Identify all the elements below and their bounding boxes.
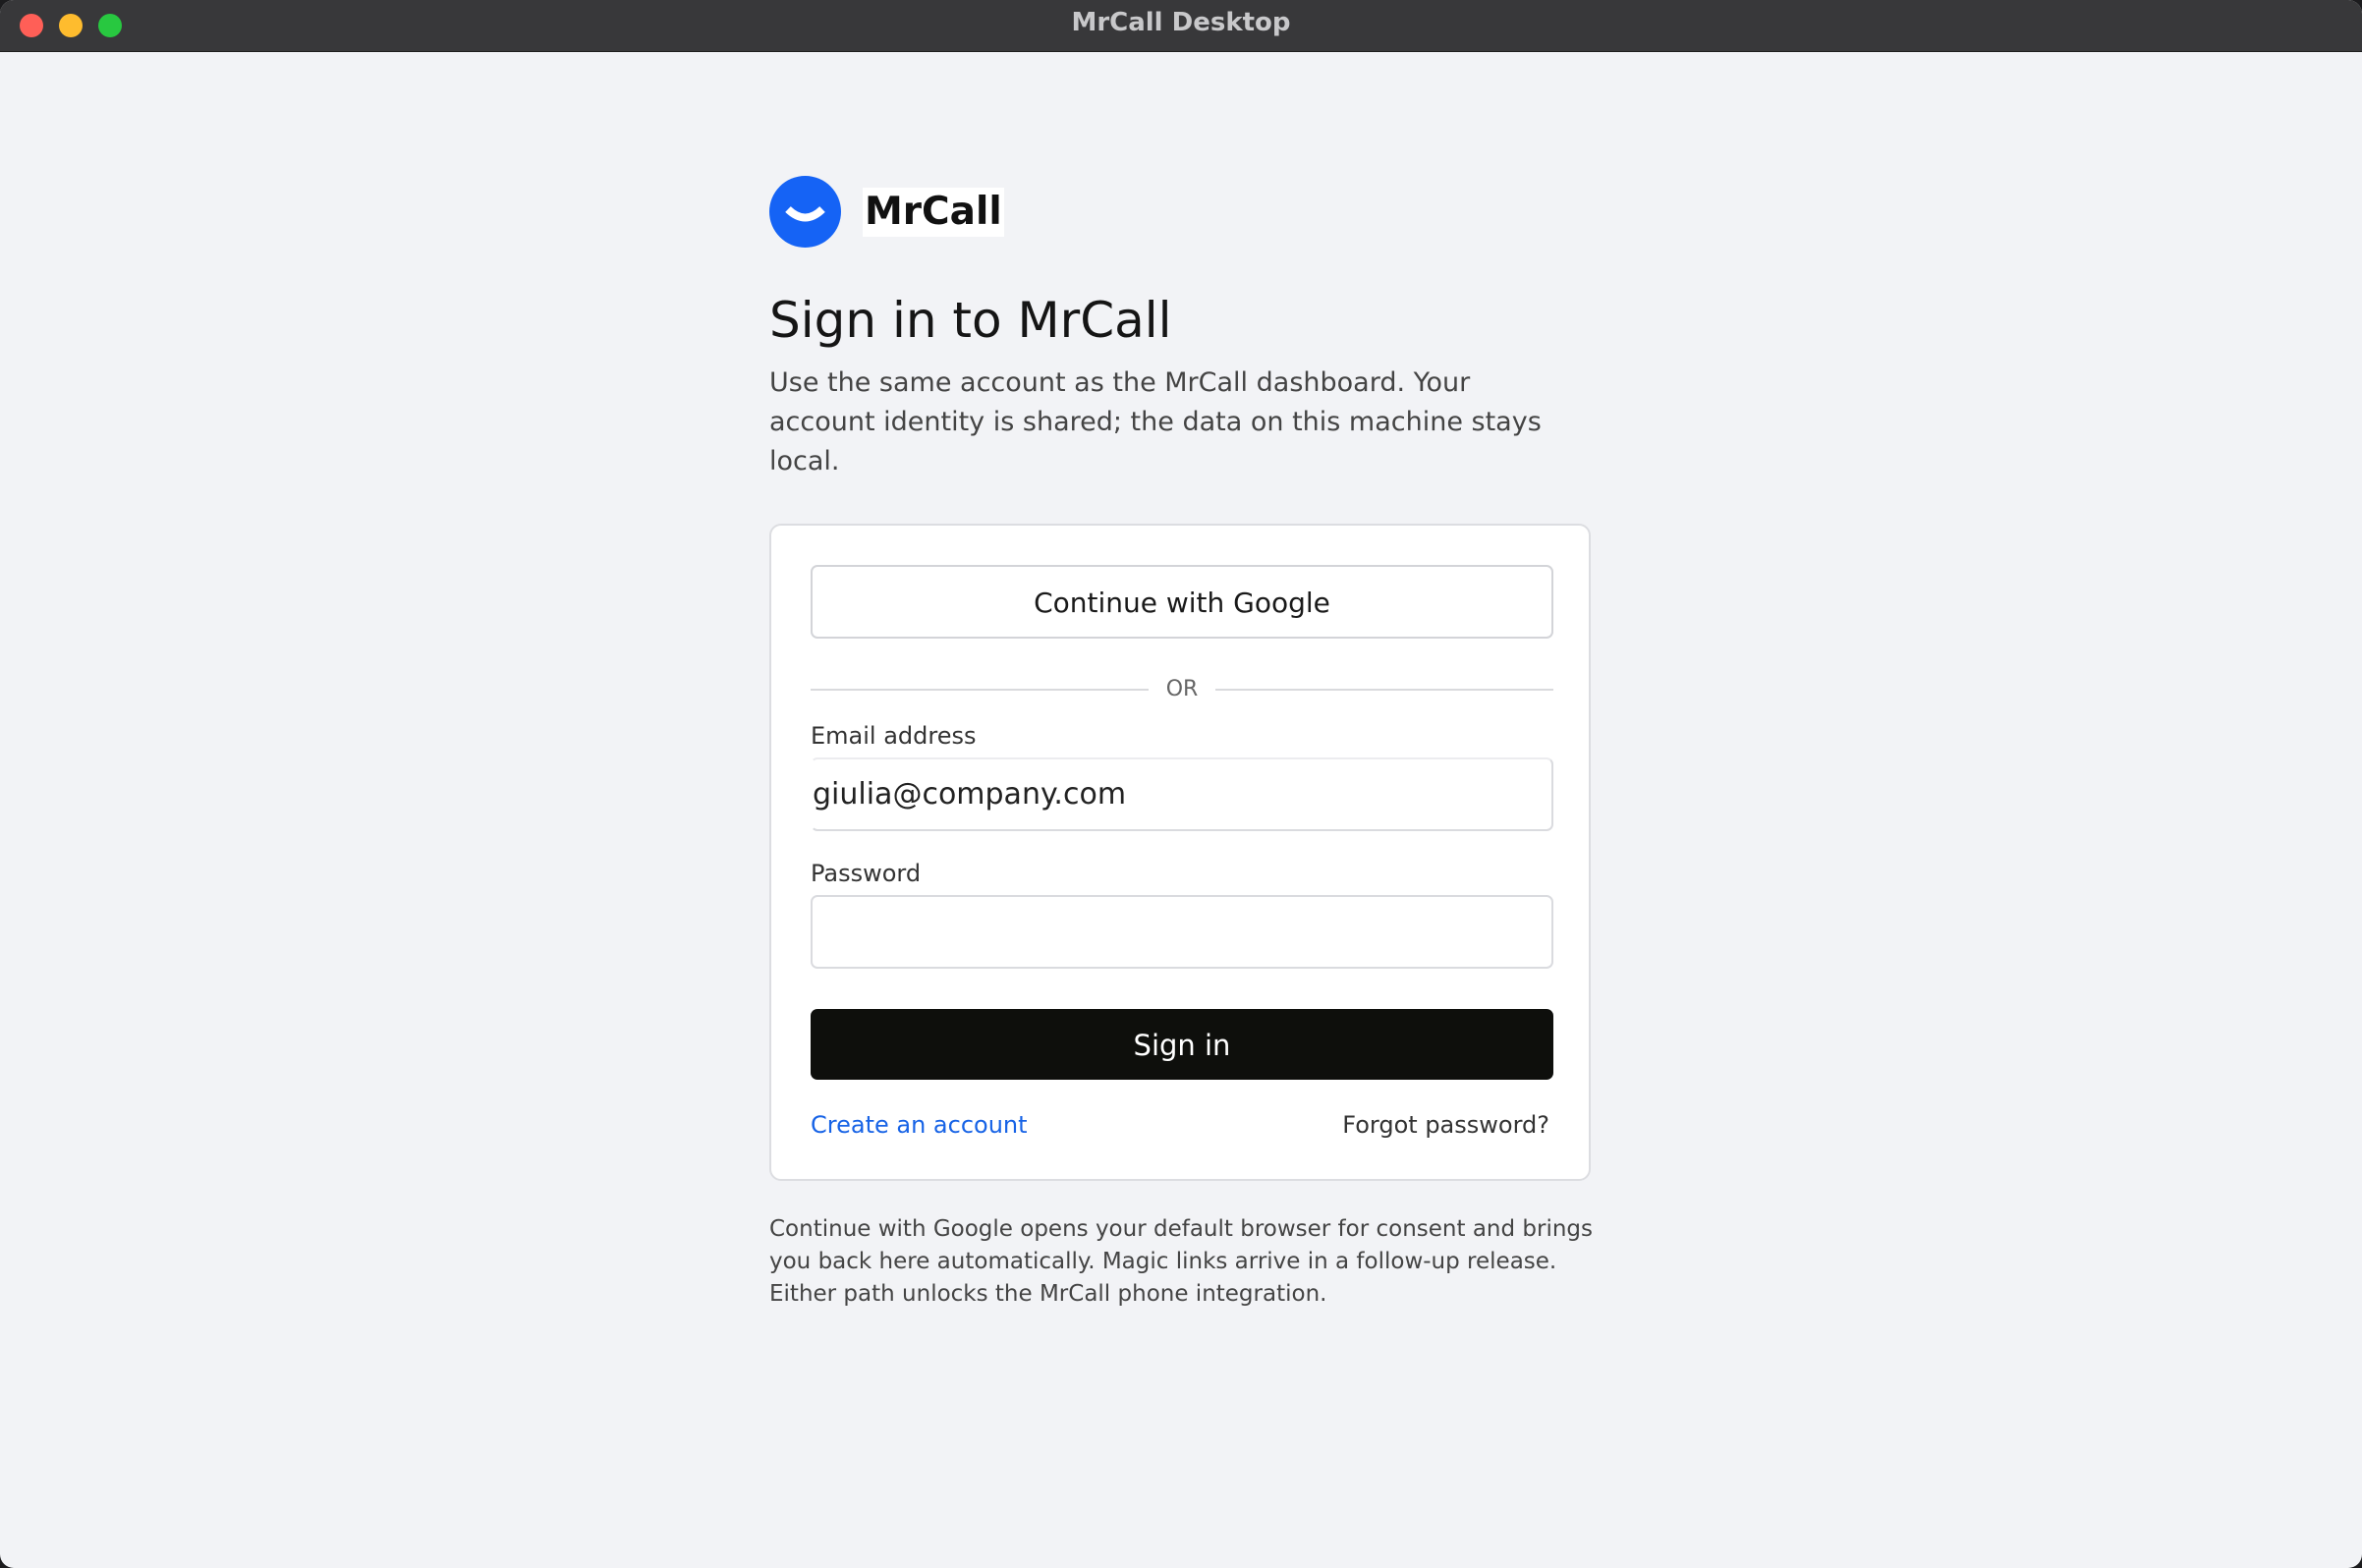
create-account-link[interactable]: Create an account bbox=[811, 1111, 1028, 1139]
or-divider: OR bbox=[811, 673, 1553, 706]
signin-card: Continue with Google OR Email address Pa… bbox=[769, 524, 1591, 1181]
page-subtitle: Use the same account as the MrCall dashb… bbox=[769, 367, 1542, 476]
divider-line-right bbox=[1215, 689, 1553, 691]
page-title: Sign in to MrCall bbox=[769, 292, 1172, 349]
continue-with-google-button[interactable]: Continue with Google bbox=[811, 565, 1553, 639]
app-window: MrCall Desktop MrCall Sign in to MrCall … bbox=[0, 0, 2362, 1568]
email-field[interactable] bbox=[811, 757, 1553, 831]
email-label: Email address bbox=[811, 722, 977, 750]
signin-footnote: Continue with Google opens your default … bbox=[769, 1216, 1594, 1307]
brand-name: MrCall bbox=[863, 188, 1004, 237]
forgot-password-link[interactable]: Forgot password? bbox=[1342, 1111, 1549, 1139]
password-label: Password bbox=[811, 860, 922, 887]
sign-in-button[interactable]: Sign in bbox=[811, 1009, 1553, 1080]
window-title: MrCall Desktop bbox=[1071, 8, 1291, 37]
smile-logo-icon bbox=[769, 176, 841, 248]
title-bar[interactable]: MrCall Desktop bbox=[0, 0, 2362, 52]
password-field[interactable] bbox=[811, 895, 1553, 969]
